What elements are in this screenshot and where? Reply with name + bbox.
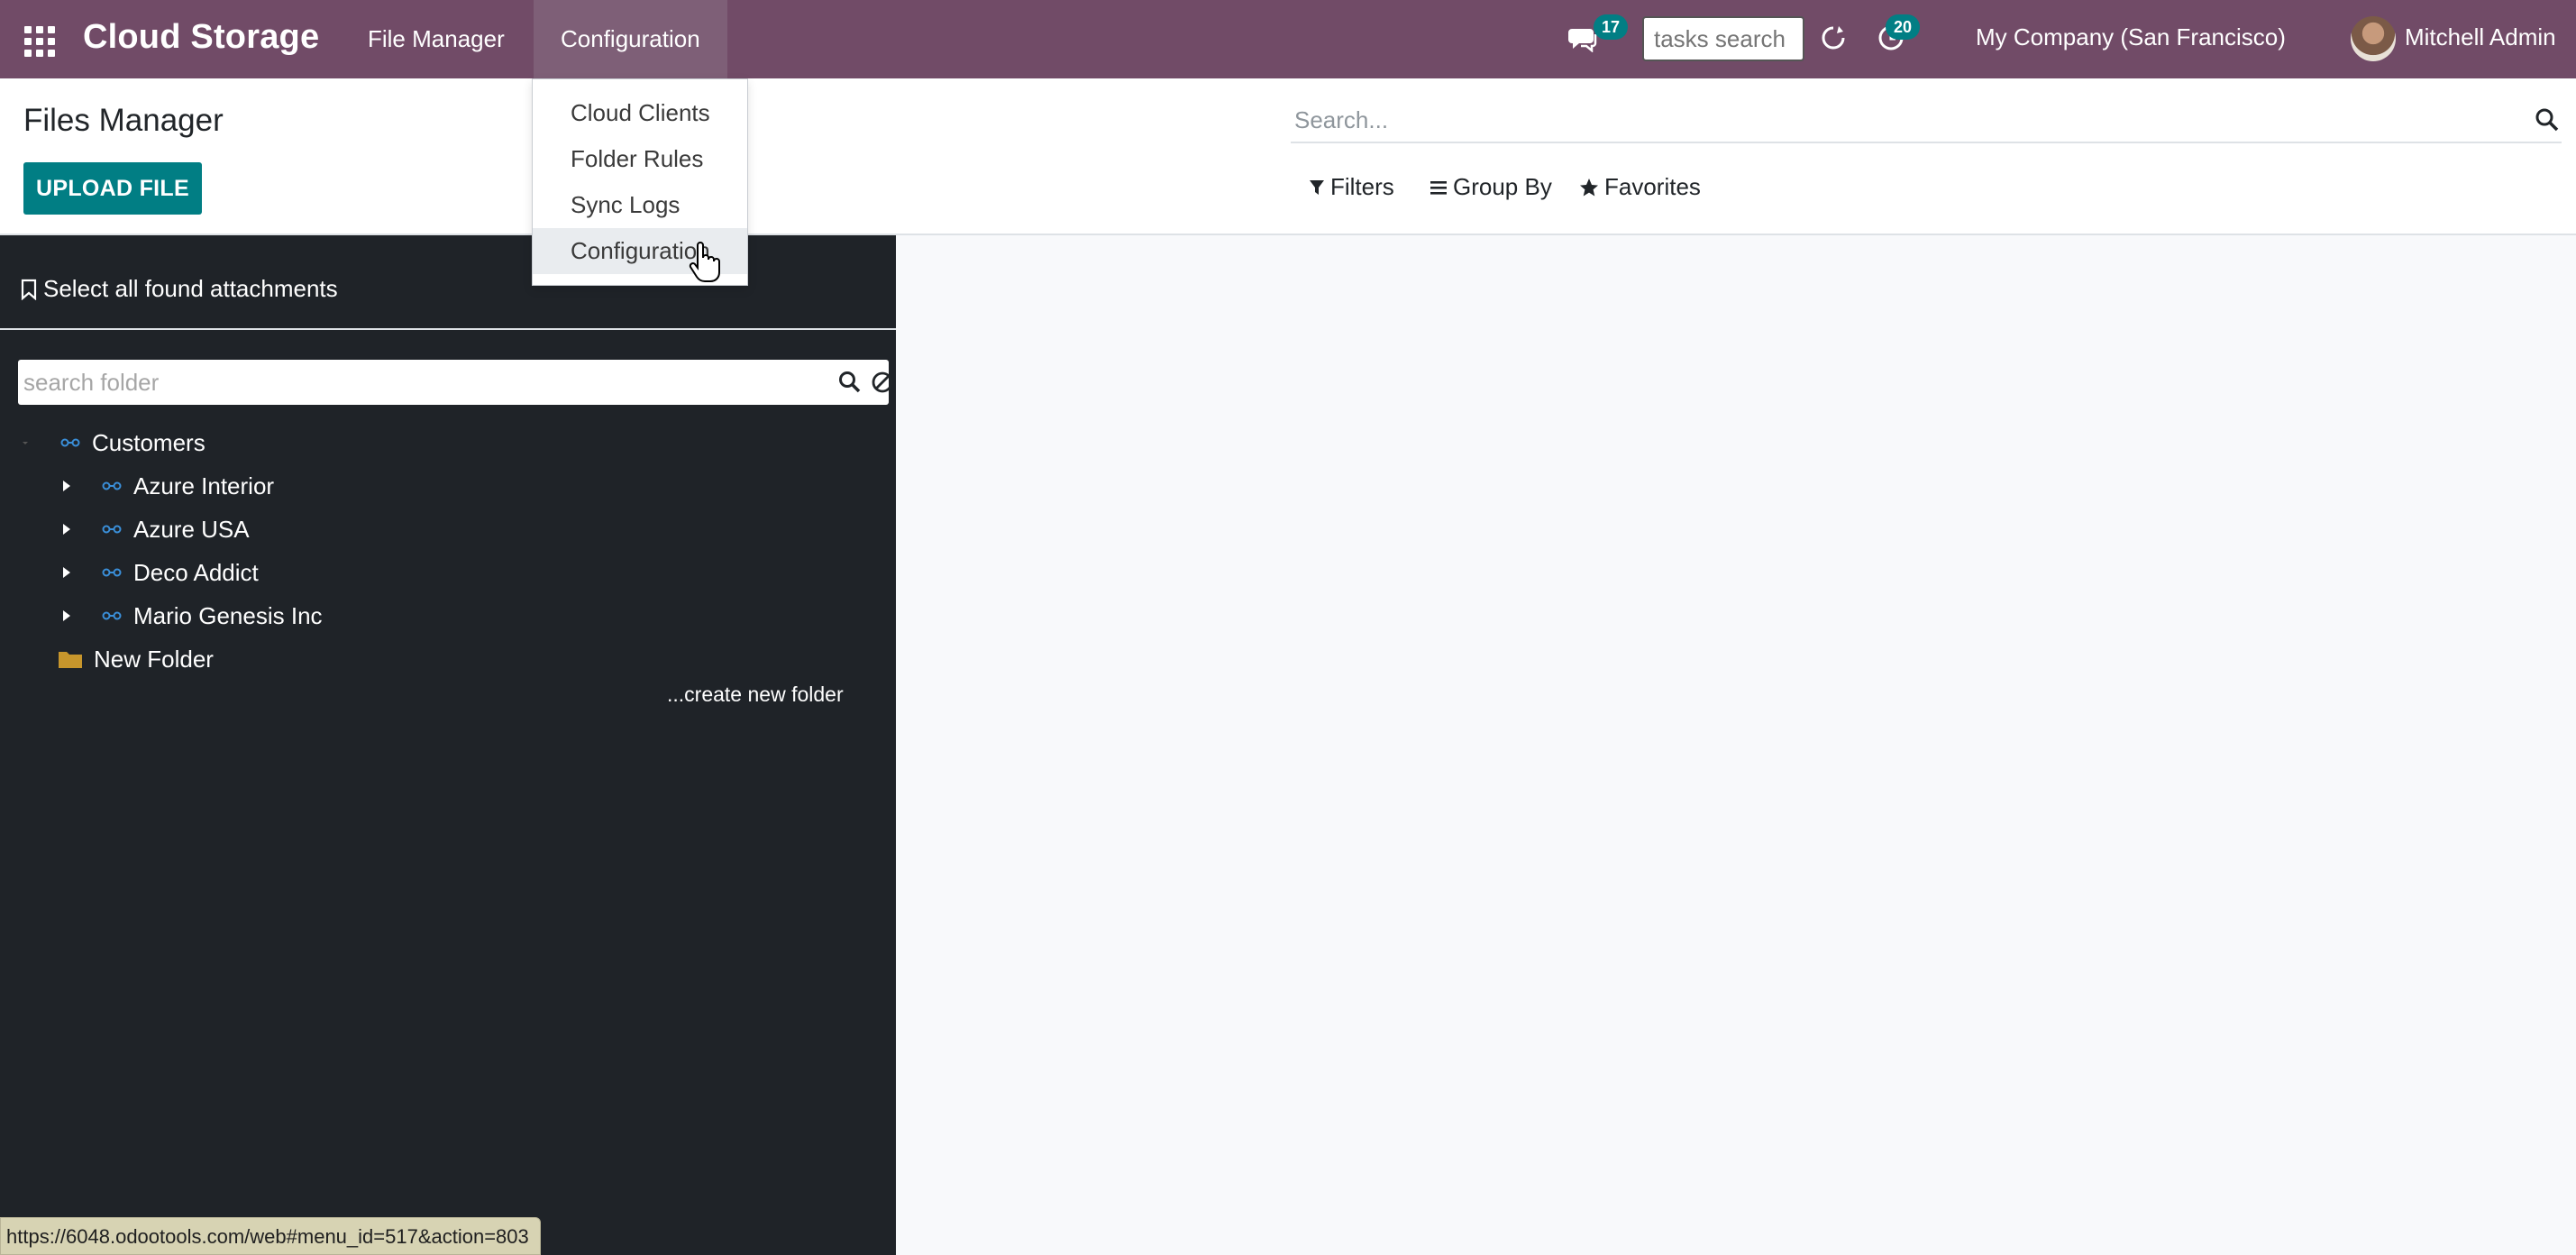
clear-icon[interactable]: [871, 371, 894, 394]
tree-node-label: Azure USA: [133, 515, 250, 543]
select-all-label: Select all found attachments: [43, 275, 338, 302]
filters-button[interactable]: Filters: [1309, 173, 1394, 201]
control-panel: Files Manager UPLOAD FILE Filters Group …: [0, 78, 2576, 235]
chat-count-badge: 17: [1594, 14, 1629, 40]
create-new-folder-link[interactable]: ...create new folder: [667, 682, 844, 707]
app-title[interactable]: Cloud Storage: [83, 18, 319, 57]
refresh-icon[interactable]: [1819, 23, 1848, 52]
search-icon[interactable]: [838, 371, 862, 394]
activity-count-badge: 20: [1886, 14, 1921, 40]
menu-item-cloud-clients[interactable]: Cloud Clients: [533, 90, 747, 136]
tree-node-new-folder[interactable]: New Folder: [58, 641, 214, 677]
tasks-search-input[interactable]: [1642, 16, 1804, 61]
menu-configuration[interactable]: Configuration: [534, 0, 727, 78]
tree-node-label: Azure Interior: [133, 472, 275, 499]
link-icon: [102, 611, 122, 620]
tree-node-deco-addict[interactable]: Deco Addict: [59, 554, 259, 591]
list-icon: [1430, 180, 1447, 195]
folder-sidebar: Select all found attachments Customers A…: [0, 235, 896, 1255]
link-icon: [102, 525, 122, 534]
tree-node-azure-interior[interactable]: Azure Interior: [59, 468, 274, 504]
apps-menu-icon[interactable]: [20, 22, 55, 57]
folder-search: [18, 360, 893, 405]
favorites-button[interactable]: Favorites: [1579, 173, 1701, 201]
search-icon[interactable]: [2535, 107, 2560, 133]
filter-icon: [1310, 179, 1324, 195]
favorites-label: Favorites: [1604, 173, 1701, 200]
user-avatar[interactable]: [2351, 16, 2396, 61]
folder-search-input[interactable]: [23, 365, 817, 399]
page-title: Files Manager: [23, 103, 224, 138]
caret-down-icon[interactable]: [20, 435, 34, 451]
link-icon: [102, 481, 122, 490]
group-by-button[interactable]: Group By: [1430, 173, 1552, 201]
files-content-area: [896, 235, 2576, 1255]
caret-right-icon[interactable]: [59, 521, 74, 537]
group-by-label: Group By: [1453, 173, 1552, 200]
caret-right-icon[interactable]: [59, 564, 74, 581]
search-bar: [1291, 96, 2562, 143]
menu-item-sync-logs[interactable]: Sync Logs: [533, 182, 747, 228]
company-switcher[interactable]: My Company (San Francisco): [1976, 23, 2286, 51]
status-bar-url: https://6048.odootools.com/web#menu_id=5…: [0, 1217, 541, 1255]
tree-node-label: Customers: [92, 428, 206, 456]
star-icon: [1580, 178, 1598, 196]
tree-node-azure-usa[interactable]: Azure USA: [59, 511, 250, 547]
bookmark-icon: [21, 279, 37, 300]
hand-cursor-icon: [689, 242, 720, 282]
tree-node-label: Deco Addict: [133, 558, 259, 586]
tree-node-customers[interactable]: Customers: [20, 425, 206, 461]
menu-item-folder-rules[interactable]: Folder Rules: [533, 136, 747, 182]
filters-label: Filters: [1330, 173, 1394, 200]
search-input[interactable]: [1294, 102, 2484, 138]
caret-right-icon[interactable]: [59, 608, 74, 624]
folder-icon: [59, 652, 82, 668]
tree-node-label: New Folder: [94, 645, 214, 673]
menu-file-manager[interactable]: File Manager: [341, 0, 532, 78]
select-all-attachments[interactable]: Select all found attachments: [20, 275, 338, 303]
user-menu[interactable]: Mitchell Admin: [2405, 23, 2556, 51]
tree-node-mario-genesis[interactable]: Mario Genesis Inc: [59, 598, 323, 634]
caret-right-icon[interactable]: [59, 478, 74, 494]
link-icon: [102, 568, 122, 577]
upload-file-button[interactable]: UPLOAD FILE: [23, 162, 202, 215]
link-icon: [60, 438, 80, 447]
top-navbar: Cloud Storage File Manager Configuration…: [0, 0, 2576, 78]
divider: [0, 328, 896, 330]
tree-node-label: Mario Genesis Inc: [133, 601, 323, 629]
